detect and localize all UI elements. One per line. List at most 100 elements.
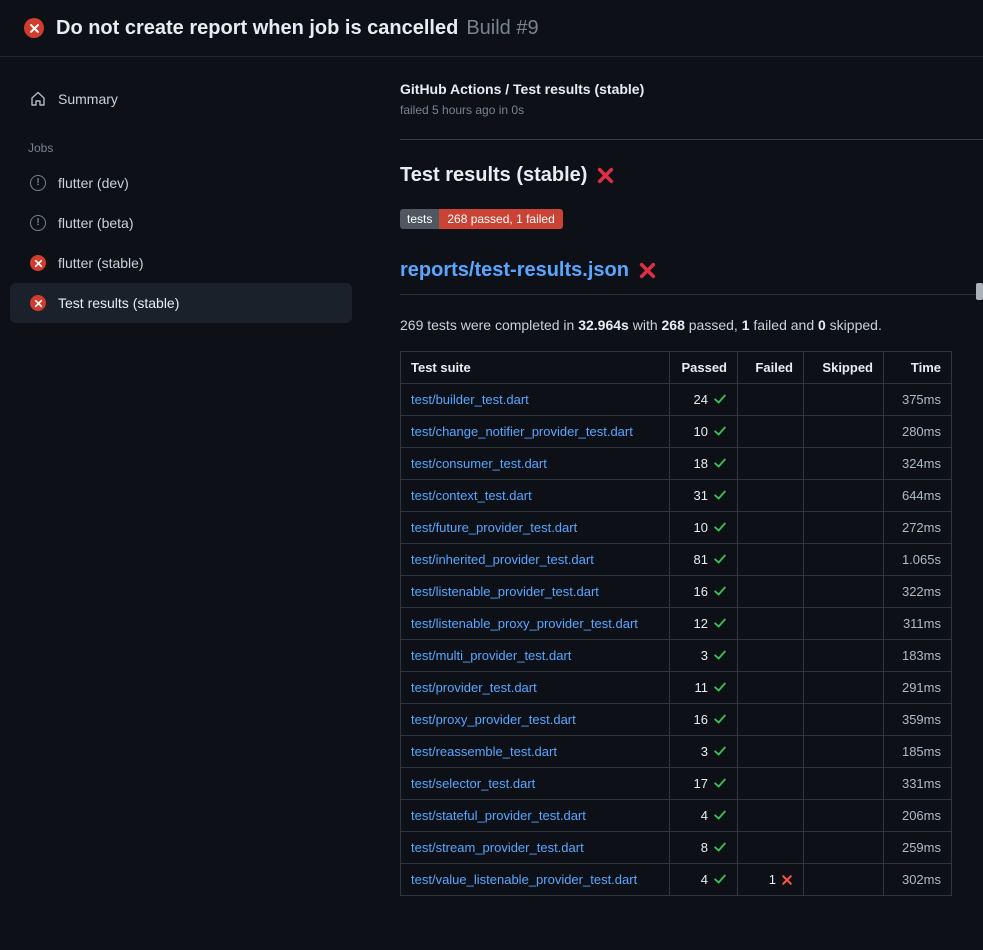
time-cell: 183ms	[884, 640, 952, 672]
passed-count: 81	[694, 552, 708, 567]
cross-mark-icon	[639, 262, 656, 279]
column-header: Test suite	[401, 352, 670, 384]
table-row: test/listenable_provider_test.dart16322m…	[401, 576, 952, 608]
table-row: test/reassemble_test.dart3185ms	[401, 736, 952, 768]
suite-cell: test/stateful_provider_test.dart	[401, 800, 670, 832]
time-cell: 259ms	[884, 832, 952, 864]
badge-label: tests	[400, 209, 439, 229]
summary-failed-count: 1	[742, 317, 750, 333]
test-suite-link[interactable]: test/consumer_test.dart	[411, 456, 547, 471]
test-suite-link[interactable]: test/future_provider_test.dart	[411, 520, 577, 535]
passed-count: 17	[694, 776, 708, 791]
test-suite-link[interactable]: test/stream_provider_test.dart	[411, 840, 584, 855]
table-row: test/consumer_test.dart18324ms	[401, 448, 952, 480]
suite-cell: test/inherited_provider_test.dart	[401, 544, 670, 576]
failed-cell	[738, 512, 804, 544]
failed-count: 1	[769, 872, 776, 887]
sidebar-item-summary[interactable]: Summary	[10, 79, 352, 119]
time-cell: 206ms	[884, 800, 952, 832]
test-suite-link[interactable]: test/context_test.dart	[411, 488, 532, 503]
suite-cell: test/provider_test.dart	[401, 672, 670, 704]
x-icon	[781, 874, 793, 886]
check-icon	[713, 552, 727, 566]
passed-count: 12	[694, 616, 708, 631]
suite-cell: test/future_provider_test.dart	[401, 512, 670, 544]
time-cell: 1.065s	[884, 544, 952, 576]
test-suite-link[interactable]: test/multi_provider_test.dart	[411, 648, 571, 663]
table-row: test/multi_provider_test.dart 3 183ms	[401, 640, 952, 672]
check-icon	[713, 616, 727, 630]
table-row: test/future_provider_test.dart 10 272ms	[401, 512, 952, 544]
sidebar-item-test-results-stable[interactable]: Test results (stable)	[10, 283, 352, 323]
sidebar-item-flutter-dev[interactable]: !flutter (dev)	[10, 163, 352, 203]
suite-cell: test/selector_test.dart	[401, 768, 670, 800]
test-suite-link[interactable]: test/listenable_provider_test.dart	[411, 584, 599, 599]
test-suite-link[interactable]: test/proxy_provider_test.dart	[411, 712, 576, 727]
sidebar-item-label: Test results (stable)	[58, 295, 179, 311]
passed-cell: 3	[670, 736, 738, 768]
passed-count: 3	[701, 744, 708, 759]
skipped-cell	[804, 416, 884, 448]
check-icon	[713, 584, 727, 598]
suite-cell: test/builder_test.dart	[401, 384, 670, 416]
passed-count: 16	[694, 712, 708, 727]
test-suite-link[interactable]: test/provider_test.dart	[411, 680, 537, 695]
alert-circle-icon: !	[30, 175, 46, 191]
time-cell: 302ms	[884, 864, 952, 896]
suite-cell: test/value_listenable_provider_test.dart	[401, 864, 670, 896]
sidebar-item-flutter-stable[interactable]: flutter (stable)	[10, 243, 352, 283]
skipped-cell	[804, 640, 884, 672]
test-suite-link[interactable]: test/builder_test.dart	[411, 392, 529, 407]
passed-cell: 11	[670, 672, 738, 704]
skipped-cell	[804, 768, 884, 800]
column-header: Time	[884, 352, 952, 384]
report-link[interactable]: reports/test-results.json	[400, 259, 629, 282]
test-suite-link[interactable]: test/selector_test.dart	[411, 776, 535, 791]
skipped-cell	[804, 448, 884, 480]
table-row: test/stateful_provider_test.dart 4 206ms	[401, 800, 952, 832]
skipped-cell	[804, 608, 884, 640]
time-cell: 272ms	[884, 512, 952, 544]
passed-count: 10	[694, 520, 708, 535]
alert-circle-icon: !	[30, 215, 46, 231]
jobs-list: !flutter (dev)!flutter (beta)flutter (st…	[0, 163, 380, 323]
scrollbar-thumb[interactable]	[976, 283, 983, 300]
skipped-cell	[804, 864, 884, 896]
sidebar-summary-label: Summary	[58, 91, 118, 107]
check-icon	[713, 424, 727, 438]
test-suite-link[interactable]: test/reassemble_test.dart	[411, 744, 557, 759]
x-circle-icon	[30, 255, 46, 271]
check-icon	[713, 488, 727, 502]
sidebar-item-flutter-beta[interactable]: !flutter (beta)	[10, 203, 352, 243]
failed-cell	[738, 672, 804, 704]
skipped-cell	[804, 704, 884, 736]
check-icon	[713, 840, 727, 854]
passed-count: 3	[701, 648, 708, 663]
test-suite-link[interactable]: test/listenable_proxy_provider_test.dart	[411, 616, 638, 631]
skipped-cell	[804, 832, 884, 864]
table-row: test/listenable_proxy_provider_test.dart…	[401, 608, 952, 640]
passed-cell: 4	[670, 800, 738, 832]
time-cell: 331ms	[884, 768, 952, 800]
time-cell: 291ms	[884, 672, 952, 704]
test-suite-link[interactable]: test/change_notifier_provider_test.dart	[411, 424, 633, 439]
page-title: Do not create report when job is cancell…	[56, 17, 458, 40]
x-circle-icon	[30, 295, 46, 311]
test-suite-link[interactable]: test/value_listenable_provider_test.dart	[411, 872, 637, 887]
check-icon	[713, 392, 727, 406]
test-suite-link[interactable]: test/stateful_provider_test.dart	[411, 808, 586, 823]
passed-cell: 16	[670, 704, 738, 736]
sidebar: Summary Jobs !flutter (dev)!flutter (bet…	[0, 57, 380, 323]
skipped-cell	[804, 480, 884, 512]
test-suite-link[interactable]: test/inherited_provider_test.dart	[411, 552, 594, 567]
check-icon	[713, 712, 727, 726]
summary-skipped-count: 0	[818, 317, 826, 333]
passed-count: 16	[694, 584, 708, 599]
x-circle-icon	[24, 18, 44, 38]
skipped-cell	[804, 576, 884, 608]
skipped-cell	[804, 736, 884, 768]
time-cell: 375ms	[884, 384, 952, 416]
failed-cell	[738, 800, 804, 832]
status-line: failed 5 hours ago in 0s	[400, 103, 952, 117]
passed-count: 18	[694, 456, 708, 471]
